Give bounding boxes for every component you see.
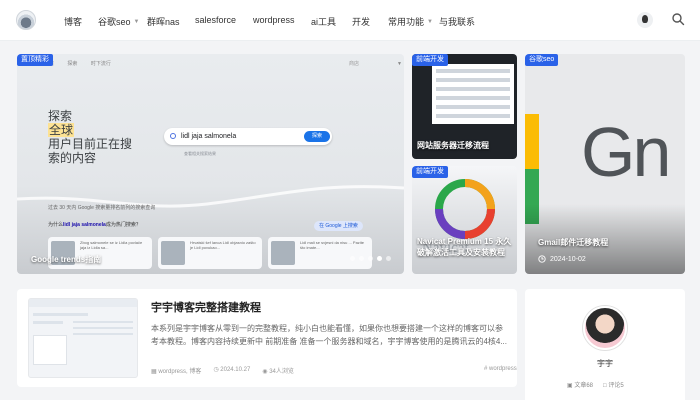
card-title[interactable]: Navicat Premium 15 永久破解激活工具及安装教程 — [417, 236, 517, 258]
slide-shop-label: 商店 — [349, 61, 360, 67]
search-icon[interactable] — [671, 12, 685, 26]
author-stats: ▣ 文章68 □ 评论5 — [567, 380, 624, 389]
slider-dots — [350, 256, 391, 261]
nav-item-nas[interactable]: 群晖nas — [147, 15, 180, 28]
nav-item-ai-tools[interactable]: ai工具 — [311, 15, 336, 28]
post-thumbnail[interactable] — [28, 298, 138, 378]
slider-dot[interactable] — [350, 256, 355, 261]
author-comments: □ 评论5 — [603, 383, 624, 389]
card-category-badge[interactable]: 前端开发 — [412, 54, 448, 66]
more-icon: ▼ — [397, 61, 402, 67]
post-categories[interactable]: ▦ wordpress, 博客 — [151, 366, 201, 375]
card-title[interactable]: 网站服务器迁移流程 — [417, 140, 517, 151]
slider-dot[interactable] — [386, 256, 391, 261]
nav-item-dev[interactable]: 开发 — [352, 15, 370, 28]
nav-item-tools[interactable]: 常用功能 ▼ — [388, 15, 433, 28]
post-card[interactable]: 宇宇博客完整搭建教程 本系列是宇宇博客从零到一的完整教程，纯小白也能看懂，如果你… — [17, 289, 517, 387]
chevron-down-icon: ▼ — [427, 18, 433, 25]
search-icon — [170, 133, 176, 139]
card-server-migration[interactable]: 前端开发 网站服务器迁移流程 — [412, 54, 517, 159]
nav-item-contact[interactable]: 与我联系 — [439, 15, 475, 28]
chevron-down-icon: ▼ — [133, 18, 140, 25]
author-articles: ▣ 文章68 — [567, 383, 594, 389]
slider-dot-active[interactable] — [377, 256, 382, 261]
card-category-badge[interactable]: 谷歌seo — [525, 54, 559, 66]
slide-screenshot-tabs: 首 探索 时下流行 — [49, 61, 111, 67]
post-tag[interactable]: # wordpress — [484, 366, 517, 372]
slide-search-sub: 查看相关搜索结果 — [184, 151, 216, 156]
site-logo[interactable] — [16, 10, 36, 30]
card-gmail-migration[interactable]: Gn 谷歌seo Gmail邮件迁移教程 2024-10-02 — [525, 54, 685, 274]
slider-dot[interactable] — [368, 256, 373, 261]
navicat-logo-icon — [435, 179, 495, 239]
post-meta: ▦ wordpress, 博客 ◷ 2024.10.27 ◉ 34人浏览 — [151, 366, 294, 375]
slide-search-box: lidl jaja salmonela 探索 — [164, 128, 332, 145]
gmail-wordmark: Gn — [581, 113, 671, 191]
author-name[interactable]: 宇宇 — [525, 358, 685, 369]
clock-icon — [538, 255, 546, 263]
slide-question: 为什么lidl jaja salmonela成为热门搜索？ — [48, 222, 141, 228]
post-title[interactable]: 宇宇博客完整搭建教程 — [151, 299, 261, 315]
post-views: ◉ 34人浏览 — [262, 369, 294, 375]
nav-item-salesforce[interactable]: salesforce — [195, 15, 236, 25]
post-excerpt: 本系列是宇宇博客从零到一的完整教程，纯小白也能看懂，如果你也想要搭建一个这样的博… — [151, 324, 508, 346]
slide-headline: 探索 全球 用户目前正在搜 索的内容 — [48, 109, 133, 165]
post-date: ◷ 2024.10.27 — [213, 367, 251, 373]
slider-category-badge[interactable]: 置顶精彩 — [17, 54, 53, 66]
nav-item-google-seo[interactable]: 谷歌seo ▼ — [98, 15, 139, 28]
card-title[interactable]: Gmail邮件迁移教程 — [538, 237, 608, 248]
card-category-badge[interactable]: 前端开发 — [412, 166, 448, 178]
theme-toggle-icon[interactable] — [637, 12, 653, 28]
news-thumb — [161, 241, 185, 265]
card-thumbnail — [432, 64, 514, 124]
card-date: 2024-10-02 — [538, 255, 586, 263]
slide-search-button: 探索 — [304, 131, 330, 142]
slider-title[interactable]: Google trends指南 — [31, 254, 101, 265]
news-thumb — [271, 241, 295, 265]
news-card: Lidl mali se svjesni da nisu ... Pazite … — [268, 237, 372, 269]
avatar[interactable] — [583, 306, 627, 350]
slider-dot[interactable] — [359, 256, 364, 261]
nav-item-wordpress[interactable]: wordpress — [253, 15, 295, 25]
slide-stat-line: 过去 30 天内 Google 搜索量排名前列的搜索查询 — [48, 205, 156, 211]
card-navicat[interactable]: Navicat 前端开发 Navicat Premium 15 永久破解激活工具… — [412, 166, 517, 274]
site-header: 博客 谷歌seo ▼ 群晖nas salesforce wordpress ai工… — [0, 0, 700, 41]
nav-item-blog[interactable]: 博客 — [64, 15, 82, 28]
author-widget: 宇宇 ▣ 文章68 □ 评论5 — [525, 289, 685, 400]
featured-slider[interactable]: 首 探索 时下流行 商店 ▼ 探索 全球 用户目前正在搜 索的内容 lidl j… — [17, 54, 404, 274]
slide-google-pill: 在 Google 上搜索 — [314, 221, 363, 231]
news-card: Hrvatski šef lanca Lidl objasnio zašto j… — [158, 237, 262, 269]
